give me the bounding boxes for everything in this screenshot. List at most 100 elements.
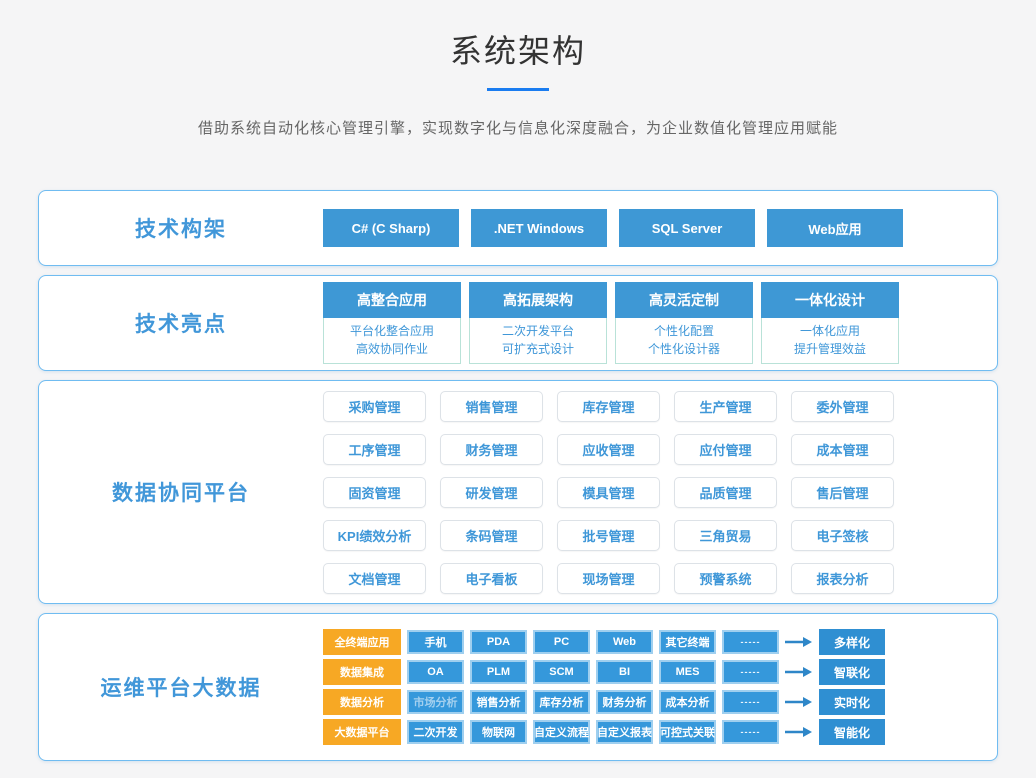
arrow-right-icon bbox=[785, 636, 813, 648]
row-result[interactable]: 智能化 bbox=[819, 719, 885, 745]
module-grid-wrap: 采购管理 销售管理 库存管理 生产管理 委外管理 工序管理 财务管理 应收管理 … bbox=[323, 391, 997, 594]
bd-item-ellipsis[interactable]: ----- bbox=[722, 720, 779, 744]
card-body: 一体化应用 提升管理效益 bbox=[761, 318, 899, 364]
bd-item[interactable]: 手机 bbox=[407, 630, 464, 654]
tech-button-csharp[interactable]: C# (C Sharp) bbox=[323, 209, 459, 247]
bd-item[interactable]: 二次开发 bbox=[407, 720, 464, 744]
bigdata-rows-wrap: 全终端应用 手机 PDA PC Web 其它终端 ----- 多样化 数据集成 … bbox=[323, 629, 997, 745]
card-title: 一体化设计 bbox=[761, 282, 899, 318]
bd-item-ellipsis[interactable]: ----- bbox=[722, 690, 779, 714]
module-button[interactable]: 委外管理 bbox=[791, 391, 894, 422]
row-tag[interactable]: 数据分析 bbox=[323, 689, 401, 715]
bd-item[interactable]: 财务分析 bbox=[596, 690, 653, 714]
bd-item[interactable]: 库存分析 bbox=[533, 690, 590, 714]
card-line: 个性化配置 bbox=[616, 322, 752, 340]
bd-item-ellipsis[interactable]: ----- bbox=[722, 630, 779, 654]
bd-item[interactable]: 自定义报表 bbox=[596, 720, 653, 744]
tech-button-sqlserver[interactable]: SQL Server bbox=[619, 209, 755, 247]
page-header: 系统架构 借助系统自动化核心管理引擎，实现数字化与信息化深度融合，为企业数值化管… bbox=[0, 0, 1036, 138]
card-title: 高整合应用 bbox=[323, 282, 461, 318]
module-grid: 采购管理 销售管理 库存管理 生产管理 委外管理 工序管理 财务管理 应收管理 … bbox=[323, 391, 894, 594]
bd-item[interactable]: 销售分析 bbox=[470, 690, 527, 714]
module-button[interactable]: 品质管理 bbox=[674, 477, 777, 508]
data-platform-label: 数据协同平台 bbox=[39, 477, 323, 507]
bd-item[interactable]: 物联网 bbox=[470, 720, 527, 744]
row-tag[interactable]: 数据集成 bbox=[323, 659, 401, 685]
card-line: 二次开发平台 bbox=[470, 322, 606, 340]
section-highlights: 技术亮点 高整合应用 平台化整合应用 高效协同作业 高拓展架构 二次开发平台 可… bbox=[38, 275, 998, 371]
bd-item[interactable]: BI bbox=[596, 660, 653, 684]
module-button[interactable]: 电子签核 bbox=[791, 520, 894, 551]
module-button[interactable]: 采购管理 bbox=[323, 391, 426, 422]
card-line: 可扩充式设计 bbox=[470, 340, 606, 358]
card-title: 高拓展架构 bbox=[469, 282, 607, 318]
row-result[interactable]: 智联化 bbox=[819, 659, 885, 685]
card-line: 平台化整合应用 bbox=[324, 322, 460, 340]
bd-item[interactable]: 自定义流程 bbox=[533, 720, 590, 744]
section-data-platform: 数据协同平台 采购管理 销售管理 库存管理 生产管理 委外管理 工序管理 财务管… bbox=[38, 380, 998, 604]
module-button[interactable]: KPI绩效分析 bbox=[323, 520, 426, 551]
module-button[interactable]: 应付管理 bbox=[674, 434, 777, 465]
arrow-right-icon bbox=[785, 696, 813, 708]
module-button[interactable]: 生产管理 bbox=[674, 391, 777, 422]
bd-item-ellipsis[interactable]: ----- bbox=[722, 660, 779, 684]
module-button[interactable]: 库存管理 bbox=[557, 391, 660, 422]
module-button[interactable]: 预警系统 bbox=[674, 563, 777, 594]
card-line: 一体化应用 bbox=[762, 322, 898, 340]
module-button[interactable]: 财务管理 bbox=[440, 434, 543, 465]
row-tag[interactable]: 大数据平台 bbox=[323, 719, 401, 745]
module-button[interactable]: 现场管理 bbox=[557, 563, 660, 594]
card-line: 高效协同作业 bbox=[324, 340, 460, 358]
section-bigdata: 运维平台大数据 全终端应用 手机 PDA PC Web 其它终端 ----- 多… bbox=[38, 613, 998, 761]
bd-item[interactable]: 成本分析 bbox=[659, 690, 716, 714]
module-button[interactable]: 文档管理 bbox=[323, 563, 426, 594]
module-button[interactable]: 销售管理 bbox=[440, 391, 543, 422]
card-body: 二次开发平台 可扩充式设计 bbox=[469, 318, 607, 364]
arrow-right-icon bbox=[785, 726, 813, 738]
module-button[interactable]: 模具管理 bbox=[557, 477, 660, 508]
module-button[interactable]: 研发管理 bbox=[440, 477, 543, 508]
module-button[interactable]: 应收管理 bbox=[557, 434, 660, 465]
section-tech-stack: 技术构架 C# (C Sharp) .NET Windows SQL Serve… bbox=[38, 190, 998, 266]
bd-item[interactable]: SCM bbox=[533, 660, 590, 684]
module-button[interactable]: 批号管理 bbox=[557, 520, 660, 551]
bd-item[interactable]: Web bbox=[596, 630, 653, 654]
tech-stack-buttons: C# (C Sharp) .NET Windows SQL Server Web… bbox=[323, 209, 997, 247]
card-body: 个性化配置 个性化设计器 bbox=[615, 318, 753, 364]
bigdata-row-platform: 大数据平台 二次开发 物联网 自定义流程 自定义报表 可控式关联 ----- 智… bbox=[323, 719, 885, 745]
highlight-cards: 高整合应用 平台化整合应用 高效协同作业 高拓展架构 二次开发平台 可扩充式设计… bbox=[323, 282, 997, 364]
bd-item[interactable]: PLM bbox=[470, 660, 527, 684]
bd-item[interactable]: 市场分析 bbox=[407, 690, 464, 714]
title-underline bbox=[487, 88, 549, 91]
row-result[interactable]: 实时化 bbox=[819, 689, 885, 715]
page-title: 系统架构 bbox=[0, 26, 1036, 72]
module-button[interactable]: 固资管理 bbox=[323, 477, 426, 508]
tech-button-dotnet[interactable]: .NET Windows bbox=[471, 209, 607, 247]
bd-item[interactable]: 其它终端 bbox=[659, 630, 716, 654]
card-line: 提升管理效益 bbox=[762, 340, 898, 358]
highlight-card-allinone: 一体化设计 一体化应用 提升管理效益 bbox=[761, 282, 899, 364]
module-button[interactable]: 售后管理 bbox=[791, 477, 894, 508]
bd-item[interactable]: PC bbox=[533, 630, 590, 654]
bd-item[interactable]: PDA bbox=[470, 630, 527, 654]
module-button[interactable]: 工序管理 bbox=[323, 434, 426, 465]
module-button[interactable]: 三角贸易 bbox=[674, 520, 777, 551]
card-line: 个性化设计器 bbox=[616, 340, 752, 358]
tech-stack-label: 技术构架 bbox=[39, 213, 323, 243]
bigdata-label: 运维平台大数据 bbox=[39, 672, 323, 702]
bigdata-row-analytics: 数据分析 市场分析 销售分析 库存分析 财务分析 成本分析 ----- 实时化 bbox=[323, 689, 885, 715]
arrow-right-icon bbox=[785, 666, 813, 678]
bd-item[interactable]: OA bbox=[407, 660, 464, 684]
bd-item[interactable]: 可控式关联 bbox=[659, 720, 716, 744]
module-button[interactable]: 条码管理 bbox=[440, 520, 543, 551]
row-tag[interactable]: 全终端应用 bbox=[323, 629, 401, 655]
highlights-label: 技术亮点 bbox=[39, 308, 323, 338]
module-button[interactable]: 报表分析 bbox=[791, 563, 894, 594]
tech-button-web[interactable]: Web应用 bbox=[767, 209, 903, 247]
module-button[interactable]: 成本管理 bbox=[791, 434, 894, 465]
bd-item[interactable]: MES bbox=[659, 660, 716, 684]
module-button[interactable]: 电子看板 bbox=[440, 563, 543, 594]
row-result[interactable]: 多样化 bbox=[819, 629, 885, 655]
card-title: 高灵活定制 bbox=[615, 282, 753, 318]
highlight-card-extensibility: 高拓展架构 二次开发平台 可扩充式设计 bbox=[469, 282, 607, 364]
